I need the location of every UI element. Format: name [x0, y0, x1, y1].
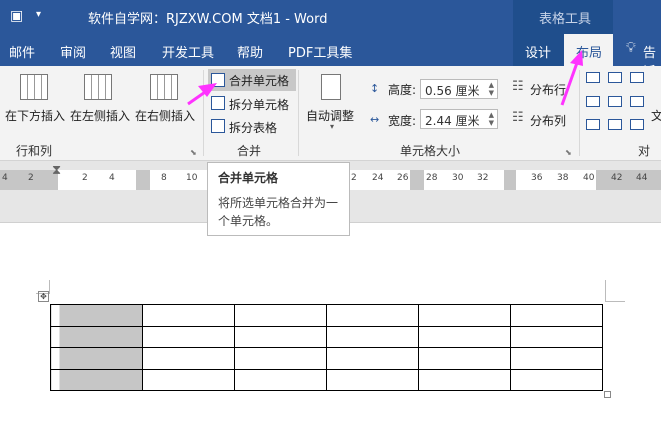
annotation-arrows	[187, 50, 583, 106]
arrow-icon	[560, 50, 583, 106]
arrow-icon	[187, 83, 217, 106]
